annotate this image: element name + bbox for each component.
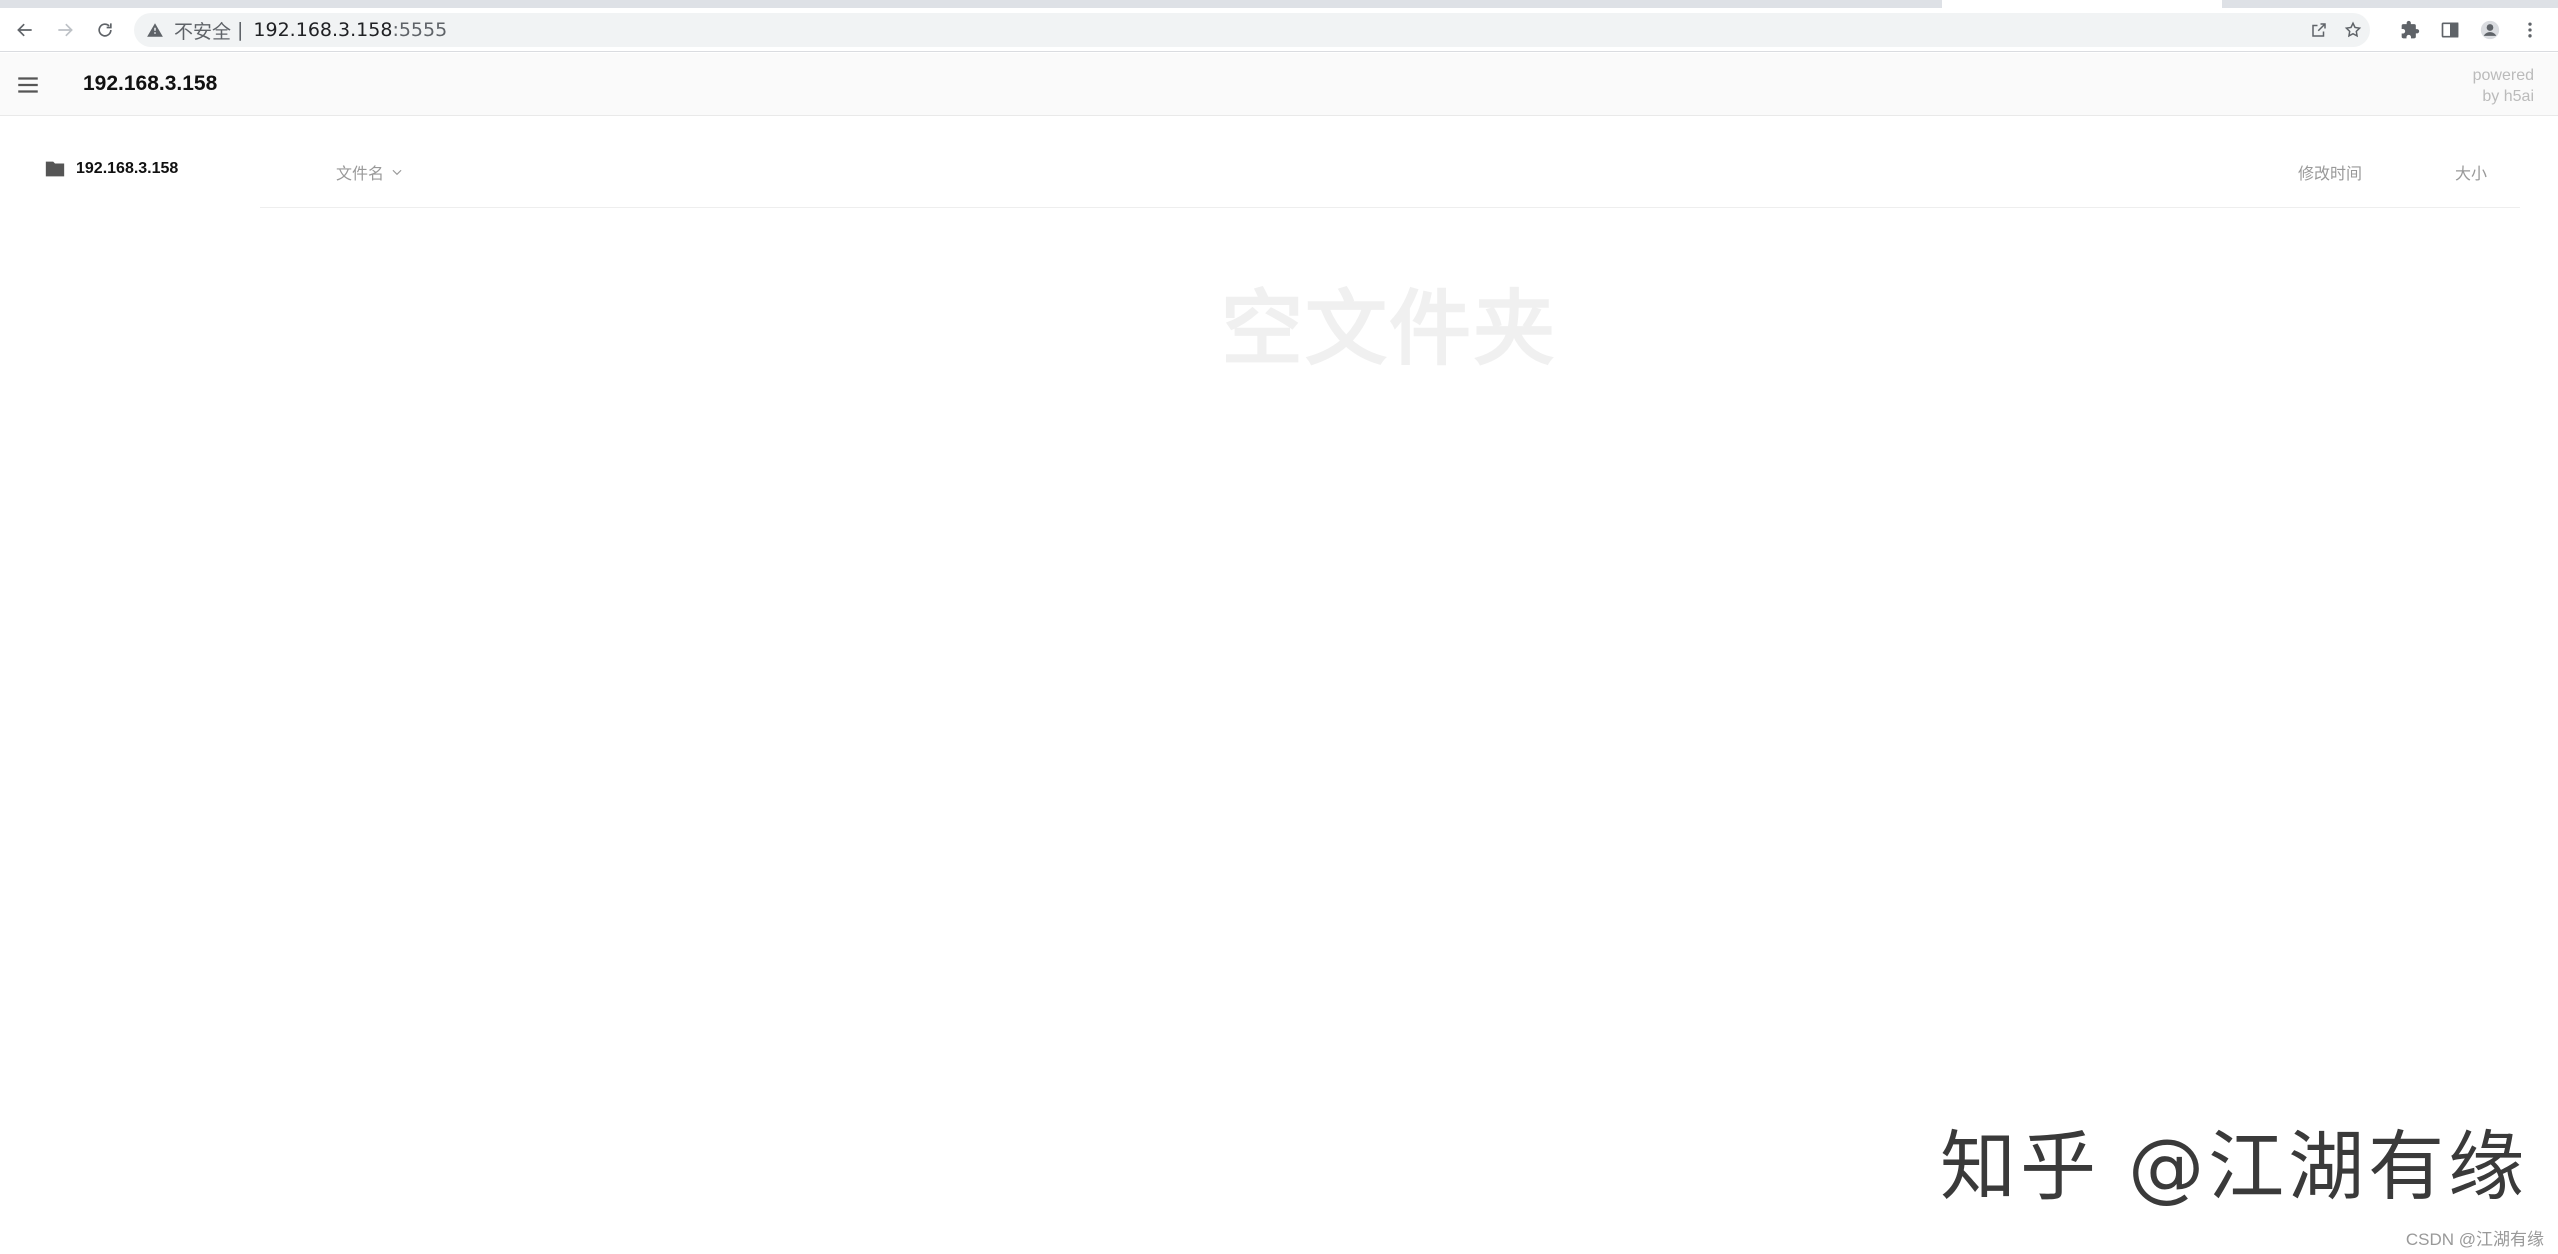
column-header-name[interactable]: 文件名 [336,160,404,184]
puzzle-icon [2401,20,2420,39]
arrow-left-icon [17,23,32,37]
powered-by-link[interactable]: powered by h5ai [2473,65,2534,107]
zhihu-watermark: 知乎 @江湖有缘 [1940,1122,2529,1211]
tree-item-label: 192.168.3.158 [76,160,179,177]
page-title[interactable]: 192.168.3.158 [83,72,217,96]
hamburger-icon [18,77,38,93]
sidebar-toggle-button[interactable] [14,71,42,99]
column-header-size[interactable]: 大小 [2455,160,2487,184]
share-button[interactable] [2302,13,2336,47]
reload-button[interactable] [89,14,121,46]
back-button[interactable] [9,14,41,46]
extensions-button[interactable] [2396,16,2424,44]
csdn-watermark: CSDN @江湖有缘 [2405,1230,2544,1249]
arrow-right-icon [58,23,73,37]
column-header-date[interactable]: 修改时间 [2298,160,2362,184]
powered-line: by h5ai [2482,88,2534,105]
empty-folder-message: 空文件夹 [1220,282,1557,377]
active-tab[interactable] [1942,0,2222,8]
url-separator: | [237,19,244,41]
url-port: :5555 [392,19,448,41]
side-panel-icon [2441,22,2459,38]
powered-line: powered [2472,67,2534,84]
side-panel-button[interactable] [2436,16,2464,44]
folder-icon [45,161,65,177]
profile-button[interactable] [2476,16,2504,44]
forward-button[interactable] [49,14,81,46]
share-icon [2312,23,2326,37]
more-vertical-icon [2528,22,2532,38]
url-host: 192.168.3.158 [253,19,393,41]
chevron-down-icon [392,169,402,176]
page-header: 192.168.3.158 powered by h5ai [0,53,2558,116]
security-label[interactable]: 不安全 [174,17,231,44]
warning-icon [147,23,163,37]
listing-header: 文件名 修改时间 大小 [260,150,2520,208]
star-icon [2344,21,2362,38]
tree-item-root[interactable]: 192.168.3.158 [44,158,178,180]
bookmark-button[interactable] [2336,13,2370,47]
tab-strip [0,0,2558,8]
browser-toolbar: 不安全 | 192.168.3.158 :5555 [0,8,2558,52]
column-name-label: 文件名 [336,164,385,183]
address-bar[interactable]: 不安全 | 192.168.3.158 :5555 [134,13,2370,47]
menu-kebab-button[interactable] [2516,16,2544,44]
address-bar-actions [2302,13,2370,47]
reload-icon [98,23,112,37]
avatar-icon [2480,20,2500,40]
